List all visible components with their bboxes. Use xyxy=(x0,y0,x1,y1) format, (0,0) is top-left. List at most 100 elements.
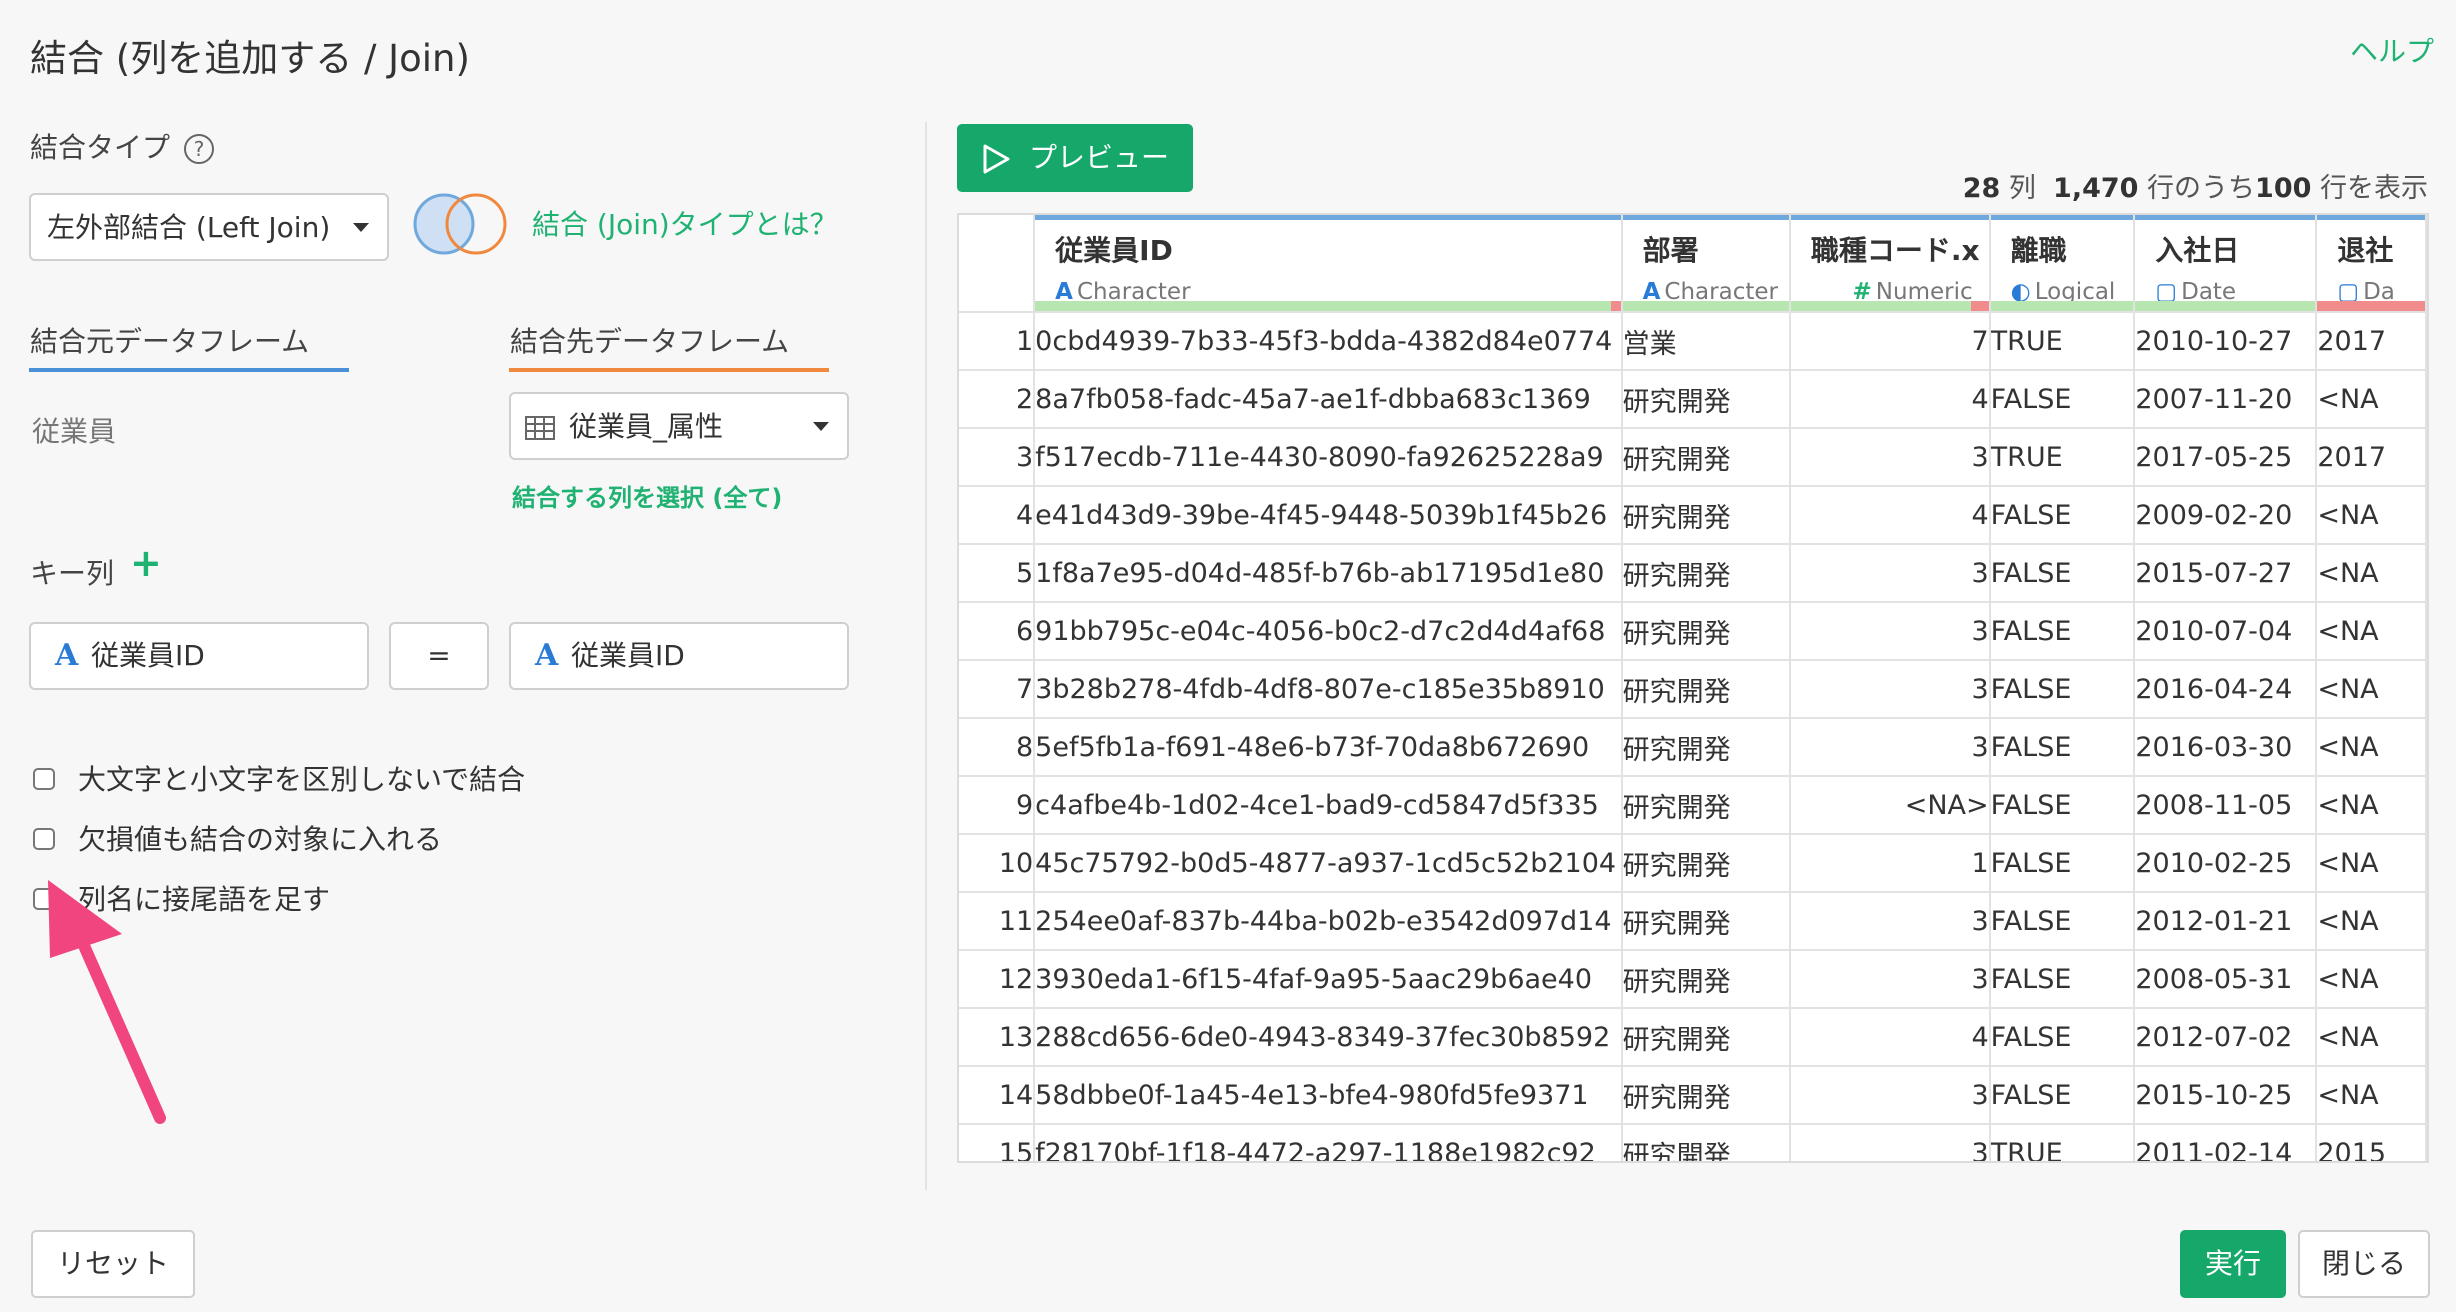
dialog-title: 結合 (列を追加する / Join) xyxy=(30,37,470,80)
rows-shown: 100 xyxy=(2255,173,2312,204)
table-cell: 2015 xyxy=(2316,1124,2427,1161)
case-insensitive-checkbox[interactable] xyxy=(33,768,55,790)
quality-bar xyxy=(2317,301,2425,310)
character-type-icon: A xyxy=(55,638,79,673)
source-tab-label: 結合元データフレーム xyxy=(30,325,310,358)
table-cell: FALSE xyxy=(1989,834,2136,893)
join-type-selected: 左外部結合 (Left Join) xyxy=(47,211,331,244)
quality-bar xyxy=(1790,301,1988,310)
join-type-label: 結合タイプ? xyxy=(30,126,215,166)
table-cell: 2017-05-25 xyxy=(2134,428,2318,487)
table-cell: <NA xyxy=(2316,544,2427,603)
column-name: 従業員ID xyxy=(1055,234,1173,267)
target-dataframe-select[interactable]: 従業員_属性 xyxy=(509,392,849,460)
row-number: 12 xyxy=(959,950,1036,1009)
table-cell: 3930eda1-6f15-4faf-9a95-5aac29b6ae40 xyxy=(1034,950,1623,1009)
right-key-select[interactable]: A 従業員ID xyxy=(509,622,849,690)
table-cell: 288cd656-6de0-4943-8349-37fec30b8592 xyxy=(1034,1008,1623,1067)
table-cell: 2012-01-21 xyxy=(2134,892,2318,951)
table-row: 9 c4afbe4b-1d02-4ce1-bad9-cd5847d5f335 研究開… xyxy=(959,776,2427,835)
table-cell: TRUE xyxy=(1989,1124,2136,1161)
quality-bar xyxy=(1622,301,1788,310)
table-cell: 研究開発 xyxy=(1621,834,1791,893)
row-number: 6 xyxy=(959,602,1036,661)
table-cell: 営業 xyxy=(1621,312,1791,371)
table-row: 5 1f8a7e95-d04d-485f-b76b-ab17195d1e80 研究開… xyxy=(959,544,2427,603)
table-cell: 2017 xyxy=(2316,312,2427,371)
join-type-label-text: 結合タイプ xyxy=(30,131,171,164)
include-na-checkbox[interactable] xyxy=(33,828,55,850)
left-key-value: 従業員ID xyxy=(91,639,205,672)
column-header[interactable]: 職種コード.x # Numeric xyxy=(1789,215,1991,313)
table-cell: <NA xyxy=(2316,718,2427,777)
key-column-marker xyxy=(1990,215,2133,220)
table-cell: <NA xyxy=(2316,834,2427,893)
key-column-marker xyxy=(2317,215,2425,220)
question-icon[interactable]: ? xyxy=(184,134,215,164)
run-button[interactable]: 実行 xyxy=(2180,1230,2286,1298)
table-cell: 研究開発 xyxy=(1621,950,1791,1009)
table-cell: 研究開発 xyxy=(1621,544,1791,603)
preview-table[interactable]: 従業員ID A Character 部署 A Character 職種コード.x #… xyxy=(957,213,2429,1163)
column-header[interactable]: 部署 A Character xyxy=(1621,215,1791,313)
table-cell: <NA xyxy=(2316,602,2427,661)
table-cell: <NA xyxy=(2316,370,2427,429)
table-cell: <NA xyxy=(2316,660,2427,719)
table-cell: f28170bf-1f18-4472-a297-1188e1982c92 xyxy=(1034,1124,1623,1161)
table-cell: 2017 xyxy=(2316,428,2427,487)
row-number: 5 xyxy=(959,544,1036,603)
column-header[interactable]: 入社日 ▢ Date xyxy=(2134,215,2318,313)
quality-bar xyxy=(1990,301,2133,310)
source-dataframe-name: 従業員 xyxy=(32,415,117,448)
select-columns-link[interactable]: 結合する列を選択 (全て) xyxy=(512,478,782,513)
table-header-row: 従業員ID A Character 部署 A Character 職種コード.x #… xyxy=(959,215,2427,313)
venn-diagram-icon xyxy=(413,193,507,255)
close-button[interactable]: 閉じる xyxy=(2298,1230,2430,1298)
row-number: 1 xyxy=(959,312,1036,371)
add-key-icon[interactable]: + xyxy=(130,541,162,585)
key-column-marker xyxy=(1035,215,1620,220)
character-type-icon: A xyxy=(535,638,559,673)
table-cell: 2015-07-27 xyxy=(2134,544,2318,603)
data-grid: 従業員ID A Character 部署 A Character 職種コード.x #… xyxy=(959,215,2427,1161)
table-cell: 4 xyxy=(1789,1008,1991,1067)
join-type-about-link[interactable]: 結合 (Join)タイプとは？ xyxy=(532,203,838,243)
column-header[interactable]: 従業員ID A Character xyxy=(1034,215,1623,313)
table-row: 11 254ee0af-837b-44ba-b02b-e3542d097d14 研究… xyxy=(959,892,2427,951)
table-cell: 3 xyxy=(1789,602,1991,661)
table-cell: 2016-04-24 xyxy=(2134,660,2318,719)
table-cell: 研究開発 xyxy=(1621,718,1791,777)
chevron-down-icon xyxy=(353,223,369,232)
row-number: 3 xyxy=(959,428,1036,487)
table-cell: 2016-03-30 xyxy=(2134,718,2318,777)
table-cell: FALSE xyxy=(1989,776,2136,835)
table-cell: FALSE xyxy=(1989,1066,2136,1125)
column-name: 職種コード.x xyxy=(1810,234,1980,267)
table-cell: FALSE xyxy=(1989,1008,2136,1067)
table-cell: FALSE xyxy=(1989,950,2136,1009)
help-link[interactable]: ヘルプ xyxy=(2350,30,2434,70)
reset-button[interactable]: リセット xyxy=(31,1230,195,1298)
left-key-select[interactable]: A 従業員ID xyxy=(29,622,369,690)
row-number: 7 xyxy=(959,660,1036,719)
table-cell: FALSE xyxy=(1989,602,2136,661)
table-cell: 研究開発 xyxy=(1621,1066,1791,1125)
column-header[interactable]: 離職 ◐ Logical xyxy=(1989,215,2136,313)
table-row: 4 e41d43d9-39be-4f45-9448-5039b1f45b26 研究開… xyxy=(959,486,2427,545)
table-cell: 2010-07-04 xyxy=(2134,602,2318,661)
table-cell: <NA xyxy=(2316,892,2427,951)
join-type-select[interactable]: 左外部結合 (Left Join) xyxy=(29,193,389,261)
table-row: 13 288cd656-6de0-4943-8349-37fec30b8592 研究… xyxy=(959,1008,2427,1067)
table-cell: 研究開発 xyxy=(1621,486,1791,545)
table-icon xyxy=(525,416,555,440)
preview-button[interactable]: プレビュー xyxy=(957,124,1193,192)
table-cell: 3 xyxy=(1789,428,1991,487)
key-columns-label: キー列 xyxy=(30,557,115,590)
column-header[interactable]: 退社 ▢ Da xyxy=(2316,215,2427,313)
table-cell: FALSE xyxy=(1989,660,2136,719)
column-name: 退社 xyxy=(2337,234,2394,267)
rows-suffix: 行を表示 xyxy=(2320,173,2428,204)
table-cell: 3 xyxy=(1789,1124,1991,1161)
table-cell: 研究開発 xyxy=(1621,1008,1791,1067)
table-cell: 3 xyxy=(1789,950,1991,1009)
